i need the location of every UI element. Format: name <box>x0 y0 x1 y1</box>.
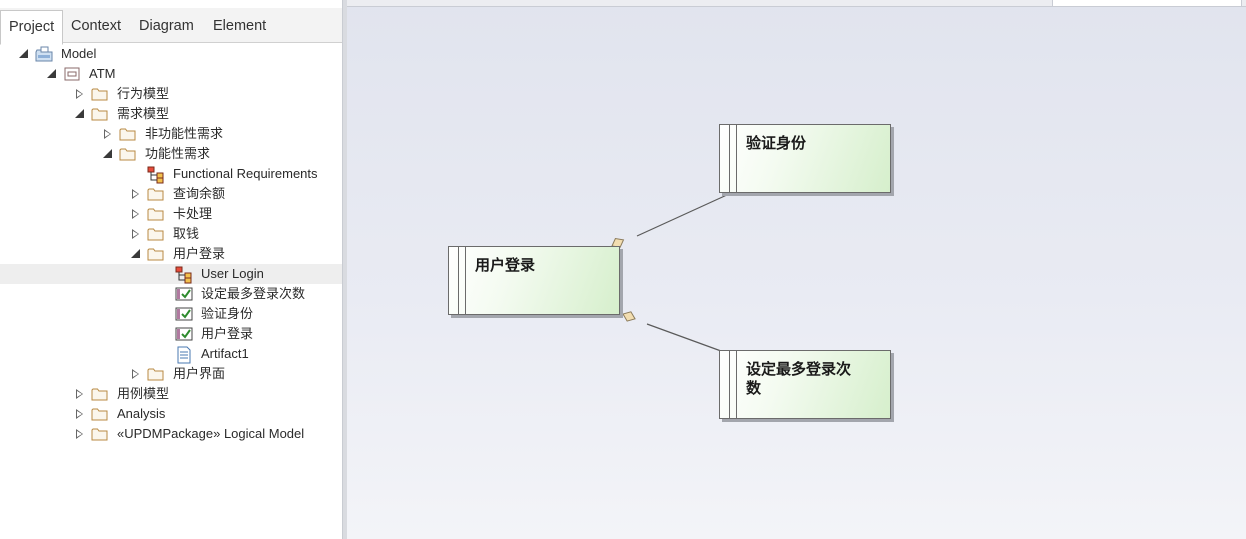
tree-node-label: 用例模型 <box>117 386 170 401</box>
document-artifact-icon <box>175 346 193 364</box>
tree-node[interactable]: 卡处理 <box>0 204 342 224</box>
tree-node-label: 需求模型 <box>117 106 170 121</box>
model-root-icon <box>35 46 53 62</box>
requirement-check-icon <box>175 286 193 302</box>
aggregation-diamond-icon <box>622 311 636 322</box>
tab-project[interactable]: Project <box>0 10 64 45</box>
tree-node-label: 非功能性需求 <box>145 126 224 141</box>
tree-node[interactable]: Functional Requirements <box>0 164 342 184</box>
tree-node[interactable]: 查询余额 <box>0 184 342 204</box>
tree-node-label: 行为模型 <box>117 86 170 101</box>
folder-icon <box>91 386 109 402</box>
folder-icon <box>91 406 109 422</box>
folder-icon <box>91 106 109 122</box>
tree-node[interactable]: User Login <box>0 264 342 284</box>
requirement-check-icon <box>175 306 193 322</box>
package-view-icon <box>63 66 81 82</box>
requirement-label: 验证身份 <box>746 134 807 152</box>
tree-node-label: Functional Requirements <box>173 166 318 181</box>
collapse-toggle-icon[interactable] <box>46 67 58 81</box>
tree-node[interactable]: 非功能性需求 <box>0 124 342 144</box>
expand-toggle-icon[interactable] <box>102 127 114 141</box>
tree-node-label: 查询余额 <box>173 186 226 201</box>
tree-node[interactable]: 用户登录 <box>0 244 342 264</box>
tree-node-label: 验证身份 <box>201 306 254 321</box>
tree-node-label: 卡处理 <box>173 206 213 221</box>
tab-context[interactable]: Context <box>71 10 121 42</box>
expand-toggle-icon[interactable] <box>74 407 86 421</box>
connector-login-maxlogin[interactable] <box>646 323 722 352</box>
collapse-toggle-icon[interactable] <box>74 107 86 121</box>
expand-toggle-icon[interactable] <box>130 207 142 221</box>
connector-login-verify[interactable] <box>636 193 730 237</box>
tree-node[interactable]: Analysis <box>0 404 342 424</box>
tab-diagram[interactable]: Diagram <box>139 10 194 42</box>
requirement-label: 用户登录 <box>475 256 536 274</box>
expand-toggle-icon[interactable] <box>74 427 86 441</box>
tree-node[interactable]: 用户界面 <box>0 364 342 384</box>
tree-node-label: 用户登录 <box>201 326 254 341</box>
requirement-label: 设定最多登录次数 <box>746 360 852 397</box>
tree-node-label: User Login <box>201 266 264 281</box>
folder-icon <box>119 126 137 142</box>
tree-node-label: ATM <box>89 66 116 81</box>
folder-icon <box>147 206 165 222</box>
folder-icon <box>147 186 165 202</box>
tree-node[interactable]: 需求模型 <box>0 104 342 124</box>
requirements-diagram-icon <box>175 266 193 284</box>
collapse-toggle-icon[interactable] <box>18 47 30 61</box>
tree-node[interactable]: 验证身份 <box>0 304 342 324</box>
tree-node[interactable]: 行为模型 <box>0 84 342 104</box>
project-browser-panel: Project Context Diagram Element Model ATM… <box>0 0 342 539</box>
tree-node[interactable]: 用例模型 <box>0 384 342 404</box>
tree-node-label: «UPDMPackage» Logical Model <box>117 426 305 441</box>
tree-node-label: 功能性需求 <box>145 146 211 161</box>
expand-toggle-icon[interactable] <box>74 87 86 101</box>
requirements-diagram-icon <box>147 166 165 184</box>
requirement-element-verify[interactable]: 验证身份 <box>719 124 891 193</box>
tree-node-label: 取钱 <box>173 226 200 241</box>
tree-node[interactable]: ATM <box>0 64 342 84</box>
tree-node-label: Artifact1 <box>201 346 249 361</box>
tree-node[interactable]: Artifact1 <box>0 344 342 364</box>
tree-node-label: Model <box>61 46 97 61</box>
folder-icon <box>147 366 165 382</box>
browser-tabs: Project Context Diagram Element <box>0 8 342 45</box>
folder-icon <box>91 86 109 102</box>
tree-node[interactable]: 取钱 <box>0 224 342 244</box>
folder-icon <box>91 426 109 442</box>
folder-icon <box>119 146 137 162</box>
tree-node[interactable]: «UPDMPackage» Logical Model <box>0 424 342 444</box>
collapse-toggle-icon[interactable] <box>102 147 114 161</box>
requirement-element-login[interactable]: 用户登录 <box>448 246 620 315</box>
tree-node-label: 用户登录 <box>173 246 226 261</box>
folder-icon <box>147 246 165 262</box>
expand-toggle-icon[interactable] <box>130 227 142 241</box>
tree-node-label: Analysis <box>117 406 166 421</box>
requirement-element-maxlogin[interactable]: 设定最多登录次数 <box>719 350 891 419</box>
tree-node-label: 用户界面 <box>173 366 226 381</box>
tree-node[interactable]: 用户登录 <box>0 324 342 344</box>
expand-toggle-icon[interactable] <box>130 367 142 381</box>
tree-node[interactable]: 设定最多登录次数 <box>0 284 342 304</box>
requirement-check-icon <box>175 326 193 342</box>
collapse-toggle-icon[interactable] <box>130 247 142 261</box>
tree-node-label: 设定最多登录次数 <box>201 286 306 301</box>
diagram-canvas[interactable]: 验证身份 用户登录 设定最多登录次数 <box>347 0 1246 539</box>
tree-node[interactable]: Model <box>0 44 342 64</box>
folder-icon <box>147 226 165 242</box>
expand-toggle-icon[interactable] <box>130 187 142 201</box>
tab-element[interactable]: Element <box>213 10 266 42</box>
expand-toggle-icon[interactable] <box>74 387 86 401</box>
tree-node[interactable]: 功能性需求 <box>0 144 342 164</box>
